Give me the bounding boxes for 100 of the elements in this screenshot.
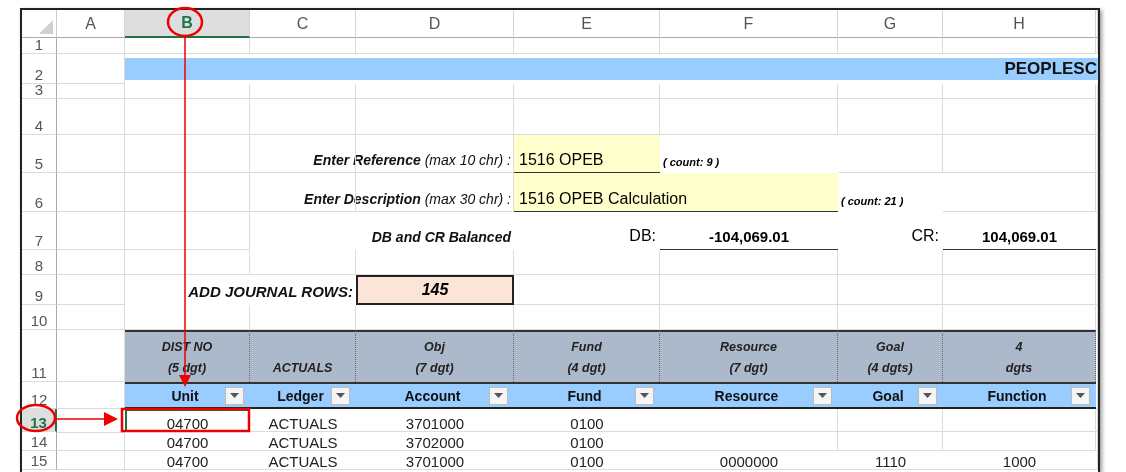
empty-cell[interactable] xyxy=(57,432,125,451)
empty-cell[interactable] xyxy=(356,84,514,99)
empty-cell[interactable] xyxy=(125,99,250,135)
empty-cell[interactable] xyxy=(943,38,1096,54)
empty-cell[interactable] xyxy=(514,305,660,330)
empty-cell[interactable] xyxy=(838,84,943,99)
table-cell[interactable]: 3702000 xyxy=(356,432,514,451)
column-header[interactable]: C xyxy=(250,10,356,38)
empty-cell[interactable] xyxy=(57,305,125,330)
empty-cell[interactable] xyxy=(943,173,1096,212)
empty-cell[interactable] xyxy=(57,99,125,135)
column-filter-header[interactable]: Goal xyxy=(838,382,943,409)
empty-cell[interactable] xyxy=(943,305,1096,330)
table-cell[interactable]: 3701000 xyxy=(356,409,514,432)
empty-cell[interactable] xyxy=(356,250,514,275)
empty-cell[interactable] xyxy=(57,275,125,305)
empty-cell[interactable] xyxy=(838,275,943,305)
empty-cell[interactable] xyxy=(838,409,943,432)
empty-cell[interactable] xyxy=(356,305,514,330)
empty-cell[interactable] xyxy=(943,135,1096,173)
row-header[interactable]: 3 xyxy=(22,84,57,99)
row-header[interactable]: 11 xyxy=(22,330,57,382)
table-cell[interactable]: 04700 xyxy=(125,409,250,432)
input-field[interactable]: 1516 OPEB xyxy=(514,135,660,173)
row-header[interactable]: 6 xyxy=(22,173,57,212)
filter-dropdown-icon[interactable] xyxy=(331,386,350,405)
table-cell[interactable]: 04700 xyxy=(125,451,250,470)
row-header[interactable]: 4 xyxy=(22,99,57,135)
empty-cell[interactable] xyxy=(57,84,125,99)
empty-cell[interactable] xyxy=(250,84,356,99)
row-header[interactable]: 1 xyxy=(22,38,57,54)
empty-cell[interactable] xyxy=(125,212,250,250)
empty-cell[interactable] xyxy=(943,99,1096,135)
column-header[interactable]: H xyxy=(943,10,1096,38)
empty-cell[interactable] xyxy=(57,173,125,212)
empty-cell[interactable] xyxy=(660,84,838,99)
empty-cell[interactable] xyxy=(660,409,838,432)
column-header[interactable]: G xyxy=(838,10,943,38)
empty-cell[interactable] xyxy=(57,451,125,470)
empty-cell[interactable] xyxy=(514,250,660,275)
empty-cell[interactable] xyxy=(125,173,250,212)
empty-cell[interactable] xyxy=(125,38,250,54)
empty-cell[interactable] xyxy=(125,135,250,173)
empty-cell[interactable] xyxy=(250,250,356,275)
row-header[interactable]: 14 xyxy=(22,432,57,451)
column-header[interactable]: F xyxy=(660,10,838,38)
table-cell[interactable]: 3701000 xyxy=(356,451,514,470)
empty-cell[interactable] xyxy=(943,432,1096,451)
empty-cell[interactable] xyxy=(125,305,250,330)
table-cell[interactable]: 1110 xyxy=(838,451,943,470)
input-field[interactable]: 1516 OPEB Calculation xyxy=(514,173,838,212)
column-filter-header[interactable]: Ledger xyxy=(250,382,356,409)
empty-cell[interactable] xyxy=(838,305,943,330)
column-header[interactable]: E xyxy=(514,10,660,38)
empty-cell[interactable] xyxy=(660,275,838,305)
table-cell[interactable]: 0000000 xyxy=(660,451,838,470)
empty-cell[interactable] xyxy=(838,250,943,275)
empty-cell[interactable] xyxy=(660,250,838,275)
empty-cell[interactable] xyxy=(660,99,838,135)
row-header[interactable]: 8 xyxy=(22,250,57,275)
filter-dropdown-icon[interactable] xyxy=(635,386,654,405)
empty-cell[interactable] xyxy=(250,305,356,330)
column-header[interactable]: D xyxy=(356,10,514,38)
column-filter-header[interactable]: Unit xyxy=(125,382,250,409)
filter-dropdown-icon[interactable] xyxy=(918,386,937,405)
empty-cell[interactable] xyxy=(660,38,838,54)
row-header[interactable]: 10 xyxy=(22,305,57,330)
empty-cell[interactable] xyxy=(943,250,1096,275)
empty-cell[interactable] xyxy=(57,54,125,84)
column-filter-header[interactable]: Account xyxy=(356,382,514,409)
empty-cell[interactable] xyxy=(125,84,250,99)
empty-cell[interactable] xyxy=(514,38,660,54)
table-cell[interactable]: ACTUALS xyxy=(250,451,356,470)
empty-cell[interactable] xyxy=(838,38,943,54)
empty-cell[interactable] xyxy=(943,84,1096,99)
table-cell[interactable]: ACTUALS xyxy=(250,432,356,451)
filter-dropdown-icon[interactable] xyxy=(225,386,244,405)
empty-cell[interactable] xyxy=(356,99,514,135)
table-cell[interactable]: 04700 xyxy=(125,432,250,451)
empty-cell[interactable] xyxy=(838,135,943,173)
column-filter-header[interactable]: Function xyxy=(943,382,1096,409)
empty-cell[interactable] xyxy=(514,84,660,99)
empty-cell[interactable] xyxy=(514,99,660,135)
column-filter-header[interactable]: Resource xyxy=(660,382,838,409)
filter-dropdown-icon[interactable] xyxy=(813,386,832,405)
column-header[interactable]: B xyxy=(125,10,250,38)
empty-cell[interactable] xyxy=(943,275,1096,305)
empty-cell[interactable] xyxy=(356,38,514,54)
empty-cell[interactable] xyxy=(250,99,356,135)
empty-cell[interactable] xyxy=(57,135,125,173)
row-header[interactable]: 9 xyxy=(22,275,57,305)
row-header[interactable]: 7 xyxy=(22,212,57,250)
empty-cell[interactable] xyxy=(125,250,250,275)
table-cell[interactable]: 0100 xyxy=(514,432,660,451)
table-cell[interactable]: 1000 xyxy=(943,451,1096,470)
column-filter-header[interactable]: Fund xyxy=(514,382,660,409)
row-header[interactable]: 2 xyxy=(22,54,57,84)
empty-cell[interactable] xyxy=(943,409,1096,432)
row-header[interactable]: 15 xyxy=(22,451,57,470)
empty-cell[interactable] xyxy=(250,38,356,54)
